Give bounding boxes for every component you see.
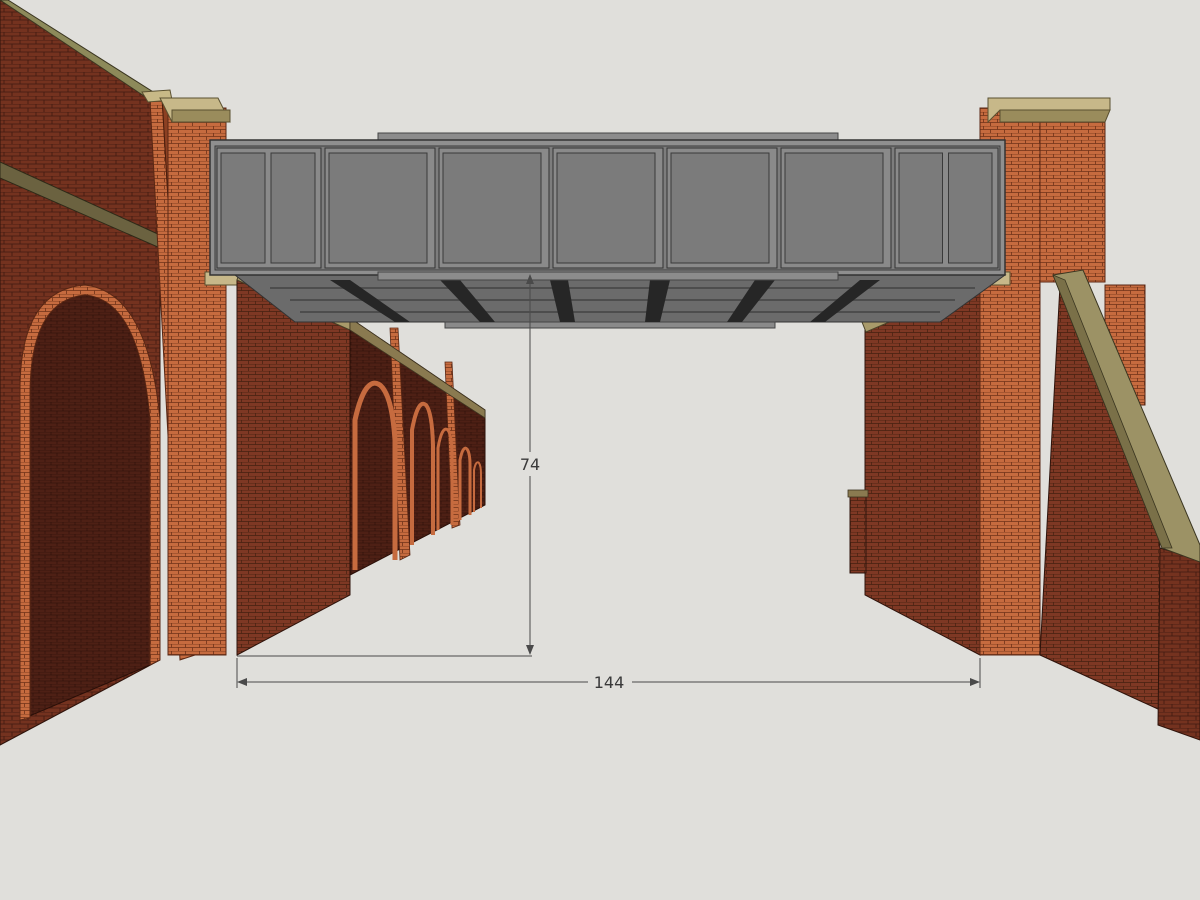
- span-dimension-label: 144: [594, 673, 625, 692]
- bridge-diagram: 74 144: [0, 0, 1200, 746]
- height-dimension-label: 74: [520, 455, 540, 474]
- girder-panel-inset: [784, 152, 884, 264]
- large-arch-recess: [19, 294, 151, 721]
- bridge-deck-underside: [233, 274, 1007, 329]
- right-abutment-wall: [847, 271, 983, 656]
- girder-panel-inset: [220, 152, 266, 264]
- right-wing-wall: [1039, 269, 1200, 741]
- girder-panel-inset: [328, 152, 428, 264]
- girder-panel-inset: [898, 152, 943, 264]
- left-retaining-wall: [0, 0, 161, 746]
- span-dimension: 144: [236, 658, 981, 693]
- girder-panel-inset: [670, 152, 770, 264]
- girder-panel-inset: [270, 152, 316, 264]
- receding-arcade: [349, 317, 486, 576]
- girder-panel-inset: [556, 152, 656, 264]
- girder-panel-inset: [442, 152, 542, 264]
- girder-panel-inset: [948, 152, 993, 264]
